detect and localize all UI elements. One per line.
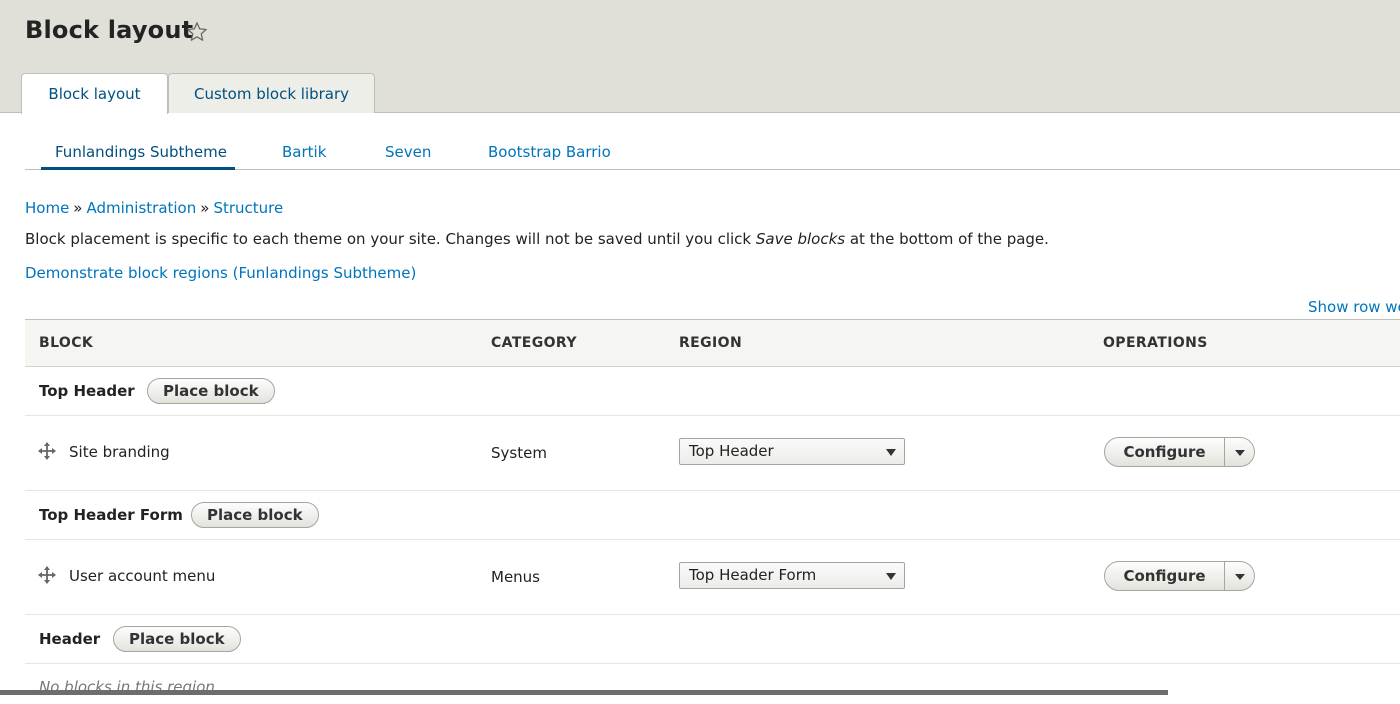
- operations-dropbutton: Configure: [1104, 561, 1255, 591]
- chevron-down-icon: [1235, 450, 1245, 456]
- theme-tabs: Funlandings Subtheme Bartik Seven Bootst…: [25, 134, 1400, 170]
- configure-button[interactable]: Configure: [1105, 562, 1225, 590]
- description-text-end: at the bottom of the page.: [845, 230, 1049, 248]
- operations-toggle[interactable]: [1226, 438, 1254, 466]
- region-title: Top Header Form: [39, 506, 183, 524]
- block-name: User account menu: [69, 567, 216, 585]
- empty-region-row: No blocks in this region: [25, 664, 1400, 704]
- configure-button[interactable]: Configure: [1105, 438, 1225, 466]
- page-title: Block layout: [25, 16, 194, 44]
- region-title: Top Header: [39, 382, 135, 400]
- header-block: BLOCK: [39, 335, 94, 351]
- region-title: Header: [39, 630, 101, 648]
- region-select-value: Top Header: [689, 442, 774, 460]
- block-table: BLOCK CATEGORY REGION OPERATIONS Top Hea…: [25, 319, 1400, 704]
- show-row-weights-link[interactable]: Show row we: [1308, 298, 1400, 316]
- header-operations: OPERATIONS: [1103, 335, 1208, 351]
- demonstrate-regions-link[interactable]: Demonstrate block regions (Funlandings S…: [25, 264, 416, 282]
- block-category: System: [491, 444, 547, 462]
- drag-handle-icon[interactable]: [38, 566, 56, 584]
- breadcrumb-home[interactable]: Home: [25, 199, 69, 217]
- breadcrumb-structure[interactable]: Structure: [213, 199, 283, 217]
- description-text: Block placement is specific to each them…: [25, 230, 756, 248]
- header-region: REGION: [679, 335, 743, 351]
- place-block-button[interactable]: Place block: [147, 378, 275, 404]
- header-category: CATEGORY: [491, 335, 577, 351]
- place-block-button[interactable]: Place block: [191, 502, 319, 528]
- operations-dropbutton: Configure: [1104, 437, 1255, 467]
- region-row-header: Header Place block: [25, 615, 1400, 664]
- block-name: Site branding: [69, 443, 170, 461]
- breadcrumb-separator: »: [200, 199, 210, 217]
- region-select-value: Top Header Form: [689, 566, 817, 584]
- region-row-top-header: Top Header Place block: [25, 367, 1400, 416]
- block-category: Menus: [491, 568, 540, 586]
- tab-custom-block-library[interactable]: Custom block library: [168, 73, 375, 113]
- description-emphasis: Save blocks: [755, 230, 846, 248]
- page-description: Block placement is specific to each them…: [25, 230, 1049, 248]
- table-row: User account menu Menus Top Header Form …: [25, 540, 1400, 615]
- star-outline-icon[interactable]: [186, 21, 208, 43]
- region-select[interactable]: Top Header: [679, 438, 905, 465]
- tab-block-layout[interactable]: Block layout: [21, 73, 168, 114]
- drag-handle-icon[interactable]: [38, 442, 56, 460]
- chevron-down-icon: [886, 449, 896, 456]
- chevron-down-icon: [886, 573, 896, 580]
- region-select[interactable]: Top Header Form: [679, 562, 905, 589]
- active-tab-indicator: [41, 167, 235, 170]
- breadcrumb-separator: »: [73, 199, 83, 217]
- theme-tab-bootstrap-barrio[interactable]: Bootstrap Barrio: [488, 143, 611, 161]
- operations-toggle[interactable]: [1226, 562, 1254, 590]
- chevron-down-icon: [1235, 574, 1245, 580]
- breadcrumb-administration[interactable]: Administration: [86, 199, 196, 217]
- breadcrumb: Home» Administration» Structure: [25, 199, 283, 217]
- place-block-button[interactable]: Place block: [113, 626, 241, 652]
- region-row-top-header-form: Top Header Form Place block: [25, 491, 1400, 540]
- theme-tab-bartik[interactable]: Bartik: [282, 143, 326, 161]
- theme-tab-seven[interactable]: Seven: [385, 143, 431, 161]
- window-scrollbar[interactable]: [0, 690, 1168, 695]
- table-row: Site branding System Top Header Configur…: [25, 416, 1400, 491]
- table-header: BLOCK CATEGORY REGION OPERATIONS: [25, 319, 1400, 367]
- theme-tab-funlandings-subtheme[interactable]: Funlandings Subtheme: [55, 143, 227, 161]
- page-header: Block layout Block layout Custom block l…: [0, 0, 1400, 114]
